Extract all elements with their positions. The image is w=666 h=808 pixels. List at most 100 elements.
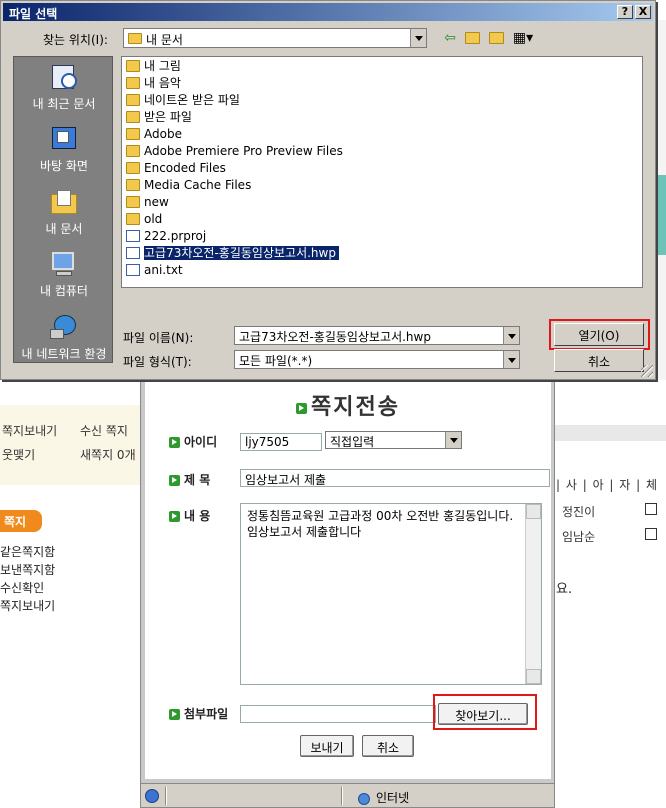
input-mode-select[interactable]: 직접입력	[325, 431, 462, 449]
scroll-up-icon[interactable]	[526, 504, 541, 519]
id-label: 아이디	[169, 433, 217, 450]
folder-icon	[128, 33, 142, 44]
bg-menu-send[interactable]: 쪽지보내기	[2, 422, 57, 439]
chevron-down-icon[interactable]	[503, 351, 519, 368]
folder-icon	[126, 111, 140, 123]
help-button[interactable]: ?	[617, 5, 633, 19]
list-item[interactable]: 네이트온 받은 파일	[126, 92, 240, 109]
place-my-documents[interactable]: 내 문서	[14, 188, 114, 237]
list-item[interactable]: 내 음악	[126, 75, 181, 92]
bg-menu-new[interactable]: 새쪽지 0개	[80, 446, 136, 463]
place-network[interactable]: 내 네트워크 환경	[14, 313, 114, 362]
chevron-down-icon[interactable]	[503, 327, 519, 344]
back-icon[interactable]: ⇦	[441, 29, 459, 47]
bg-table-header: | 사 | 아 | 자 | 체	[556, 478, 659, 492]
bullet-icon	[169, 437, 180, 448]
bg-link[interactable]: 수신확인	[0, 579, 44, 596]
bullet-icon	[169, 709, 180, 720]
list-item[interactable]: Adobe Premiere Pro Preview Files	[126, 143, 343, 160]
input-mode-value: 직접입력	[330, 435, 375, 449]
bg-left-menu	[0, 405, 142, 485]
highlight-box	[433, 694, 537, 730]
attach-label-text: 첨부파일	[184, 707, 229, 721]
my-documents-icon	[49, 188, 79, 216]
id-input[interactable]: ljy7505	[240, 433, 322, 451]
dialog-titlebar[interactable]: 파일 선택 ? X	[3, 3, 653, 21]
list-item[interactable]: 받은 파일	[126, 109, 192, 126]
file-name: Adobe	[144, 127, 182, 141]
folder-icon	[126, 77, 140, 89]
place-recent[interactable]: 내 최근 문서	[14, 63, 114, 112]
up-folder-icon[interactable]	[463, 29, 481, 47]
file-name: Encoded Files	[144, 161, 226, 175]
list-item-selected[interactable]: 고급73차오전-홍길동임상보고서.hwp	[126, 245, 339, 262]
list-item[interactable]: new	[126, 194, 169, 211]
attach-input[interactable]	[240, 705, 436, 723]
scroll-down-icon[interactable]	[526, 669, 541, 684]
file-name: new	[144, 195, 169, 209]
message-window: 쪽지전송 아이디 ljy7505 직접입력 제 목 임상보고서 제출 내 용 정…	[140, 378, 555, 808]
look-in-label: 찾는 위치(I):	[43, 33, 108, 47]
list-item[interactable]: 내 그림	[126, 58, 181, 75]
view-menu-icon[interactable]: ▦▾	[511, 29, 535, 47]
premiere-file-icon	[126, 230, 140, 242]
subject-label: 제 목	[169, 471, 210, 488]
look-in-select[interactable]: 내 문서	[123, 28, 427, 48]
list-item[interactable]: Encoded Files	[126, 160, 226, 177]
hwp-file-icon	[126, 247, 140, 259]
place-label: 내 네트워크 환경	[21, 347, 107, 361]
status-bar: 인터넷	[141, 783, 554, 807]
cancel-button[interactable]: 취소	[362, 735, 414, 757]
send-button[interactable]: 보내기	[300, 735, 354, 757]
file-name: ani.txt	[144, 263, 183, 277]
place-desktop[interactable]: 바탕 화면	[14, 125, 114, 174]
subject-input[interactable]: 임상보고서 제출	[240, 469, 550, 487]
file-list[interactable]: 내 그림 내 음악 네이트온 받은 파일 받은 파일 Adobe Adobe P…	[121, 56, 643, 288]
file-name: 내 음악	[144, 76, 181, 90]
list-item[interactable]: 222.prproj	[126, 228, 206, 245]
bg-link[interactable]: 보낸쪽지함	[0, 561, 55, 578]
list-item[interactable]: Media Cache Files	[126, 177, 251, 194]
list-item[interactable]: old	[126, 211, 162, 228]
filename-label: 파일 이름(N):	[123, 331, 194, 345]
bg-link[interactable]: 쪽지보내기	[0, 597, 55, 614]
content-textarea[interactable]: 정통침뜸교육원 고급과정 00차 오전반 홍길동입니다. 임상보고서 제출합니다	[240, 503, 542, 685]
new-folder-icon[interactable]	[487, 29, 505, 47]
file-open-dialog: 파일 선택 ? X 찾는 위치(I): 내 문서 ⇦ ▦▾ 내 최근 문서 바탕…	[0, 0, 656, 380]
file-name: Media Cache Files	[144, 178, 252, 192]
dialog-cancel-button[interactable]: 취소	[554, 349, 644, 372]
bg-menu-friends[interactable]: 웃맺기	[2, 446, 35, 463]
bg-tab-label[interactable]: 쪽지	[0, 510, 42, 532]
folder-icon	[126, 60, 140, 72]
filename-value: 고급73차오전-홍길동임상보고서.hwp	[239, 330, 431, 344]
filename-input[interactable]: 고급73차오전-홍길동임상보고서.hwp	[234, 326, 520, 345]
resize-grip[interactable]	[641, 365, 653, 377]
highlight-box	[549, 319, 650, 350]
desktop-icon	[49, 125, 79, 153]
chevron-down-icon[interactable]	[445, 432, 461, 448]
close-button[interactable]: X	[635, 5, 651, 19]
bg-checkbox[interactable]	[645, 528, 657, 540]
bg-link[interactable]: 같은쪽지함	[0, 543, 55, 560]
file-name: 222.prproj	[144, 229, 207, 243]
folder-icon	[126, 145, 140, 157]
bg-menu-inbox[interactable]: 수신 쪽지	[80, 422, 128, 439]
my-computer-icon	[49, 250, 79, 278]
bg-checkbox[interactable]	[645, 503, 657, 515]
place-label: 바탕 화면	[40, 159, 88, 173]
globe-icon	[358, 792, 370, 805]
list-item[interactable]: ani.txt	[126, 262, 183, 279]
list-item[interactable]: Adobe	[126, 126, 182, 143]
filetype-value: 모든 파일(*.*)	[239, 354, 313, 368]
bullet-icon	[169, 511, 180, 522]
place-label: 내 최근 문서	[32, 97, 96, 111]
file-name: 고급73차오전-홍길동임상보고서.hwp	[144, 246, 339, 260]
content-label-text: 내 용	[184, 509, 211, 523]
place-my-computer[interactable]: 내 컴퓨터	[14, 250, 114, 299]
id-label-text: 아이디	[184, 435, 218, 449]
chevron-down-icon[interactable]	[410, 29, 426, 47]
filetype-select[interactable]: 모든 파일(*.*)	[234, 350, 520, 369]
network-icon	[49, 313, 79, 341]
textarea-scrollbar[interactable]	[525, 504, 541, 684]
folder-icon	[126, 179, 140, 191]
